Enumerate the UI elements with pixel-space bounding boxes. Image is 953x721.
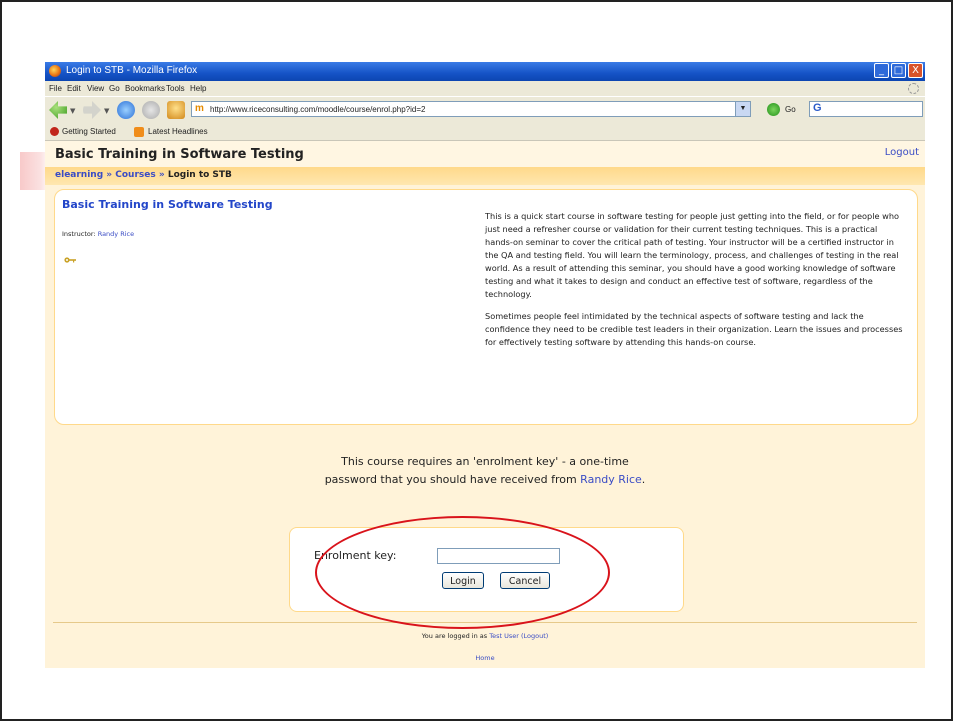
menu-bookmarks[interactable]: Bookmarks — [125, 84, 165, 93]
user-link[interactable]: Test User — [489, 632, 519, 640]
url-dropdown-icon[interactable]: ▼ — [735, 102, 750, 116]
minimize-button[interactable]: _ — [874, 63, 889, 78]
forward-dropdown-icon[interactable]: ▼ — [104, 107, 109, 115]
instructor-line: Instructor: Randy Rice — [62, 230, 134, 238]
throbber-icon — [908, 83, 919, 94]
enrolment-message-line2: password that you should have received f… — [45, 471, 925, 489]
breadcrumb: elearning » Courses » Login to STB — [55, 170, 232, 180]
logout-link[interactable]: Logout — [885, 147, 919, 158]
url-text[interactable]: http://www.riceconsulting.com/moodle/cou… — [210, 105, 425, 114]
enrolment-message-line1: This course requires an 'enrolment key' … — [341, 455, 629, 468]
search-box[interactable]: G — [809, 101, 923, 117]
teacher-link[interactable]: Randy Rice — [580, 473, 642, 486]
logged-in-text: You are logged in as — [421, 632, 488, 640]
bookmarks-toolbar: Getting Started Latest Headlines — [45, 124, 925, 141]
menu-tools[interactable]: Tools — [166, 84, 185, 93]
site-favicon-icon: m — [195, 103, 204, 114]
menu-file[interactable]: File — [49, 84, 62, 93]
getting-started-icon — [50, 127, 59, 136]
summary-paragraph: This is a quick start course in software… — [485, 211, 900, 299]
bookmark-latest-headlines[interactable]: Latest Headlines — [148, 127, 208, 136]
go-icon[interactable] — [767, 103, 780, 116]
course-info-box: Basic Training in Software Testing Instr… — [54, 189, 918, 425]
enrolment-key-label: Enrolment key: — [314, 549, 397, 562]
enrolment-message-period: . — [641, 473, 646, 486]
course-title-link[interactable]: Basic Training in Software Testing — [62, 198, 273, 211]
browser-window: Login to STB - Mozilla Firefox _ □ X Fil… — [45, 62, 925, 668]
summary-paragraph: Sometimes people feel intimidated by the… — [485, 311, 903, 347]
footer-logout-link[interactable]: (Logout) — [521, 632, 548, 640]
breadcrumb-separator: » — [106, 170, 113, 180]
breadcrumb-courses[interactable]: Courses — [115, 170, 155, 180]
navigation-toolbar: ▼ ▼ m http://www.riceconsulting.com/mood… — [45, 96, 925, 125]
login-button[interactable]: Login — [442, 572, 484, 589]
menu-go[interactable]: Go — [109, 84, 120, 93]
maximize-button[interactable]: □ — [891, 63, 906, 78]
page-content: Basic Training in Software Testing Logou… — [45, 141, 925, 668]
back-arrow-icon[interactable] — [49, 101, 67, 119]
google-search-icon[interactable]: G — [813, 102, 822, 114]
home-icon[interactable] — [167, 101, 185, 119]
breadcrumb-separator: » — [158, 170, 165, 180]
bookmark-getting-started[interactable]: Getting Started — [62, 127, 116, 136]
menu-view[interactable]: View — [87, 84, 104, 93]
rss-feed-icon — [134, 127, 144, 137]
go-label[interactable]: Go — [785, 105, 796, 114]
back-dropdown-icon[interactable]: ▼ — [70, 107, 75, 115]
breadcrumb-elearning[interactable]: elearning — [55, 170, 103, 180]
menu-help[interactable]: Help — [190, 84, 206, 93]
cancel-button[interactable]: Cancel — [500, 572, 550, 589]
site-title: Basic Training in Software Testing — [55, 147, 304, 162]
enrolment-message: This course requires an 'enrolment key' … — [45, 453, 925, 489]
instructor-link[interactable]: Randy Rice — [98, 230, 134, 238]
menu-bar: File Edit View Go Bookmarks Tools Help — [45, 81, 925, 96]
title-bar: Login to STB - Mozilla Firefox _ □ X — [45, 62, 925, 81]
reload-icon[interactable] — [117, 101, 135, 119]
footer-divider — [53, 622, 917, 623]
course-summary: This is a quick start course in software… — [485, 210, 905, 358]
site-header: Basic Training in Software Testing Logou… — [45, 141, 925, 167]
key-icon — [64, 257, 76, 263]
breadcrumb-bar: elearning » Courses » Login to STB — [45, 167, 925, 185]
home-link[interactable]: Home — [45, 654, 925, 662]
forward-arrow-icon[interactable] — [83, 101, 101, 119]
close-button[interactable]: X — [908, 63, 923, 78]
enrolment-message-text: password that you should have received f… — [324, 473, 577, 486]
breadcrumb-current: Login to STB — [167, 170, 232, 180]
url-bar[interactable]: m http://www.riceconsulting.com/moodle/c… — [191, 101, 751, 117]
menu-edit[interactable]: Edit — [67, 84, 81, 93]
stop-icon[interactable] — [142, 101, 160, 119]
login-info: You are logged in as Test User (Logout) — [45, 632, 925, 640]
window-title: Login to STB - Mozilla Firefox — [66, 65, 198, 76]
instructor-label: Instructor: — [62, 230, 96, 238]
enrolment-form: Enrolment key: Login Cancel — [289, 527, 684, 612]
enrolment-key-input[interactable] — [437, 548, 560, 564]
firefox-icon — [49, 65, 61, 77]
